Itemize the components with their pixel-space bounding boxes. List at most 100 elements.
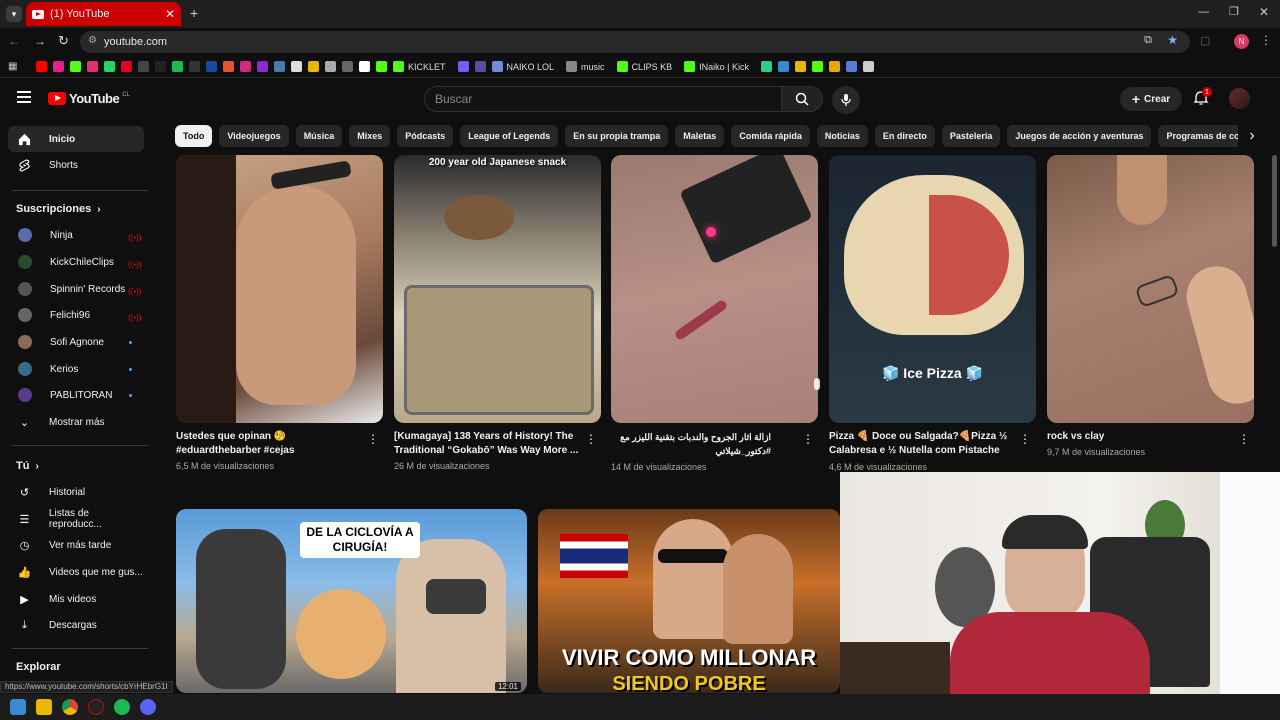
- search-input[interactable]: Buscar: [424, 86, 782, 112]
- window-close-button[interactable]: ✕: [1259, 5, 1269, 19]
- you-heading[interactable]: Tú ›: [16, 460, 39, 472]
- address-bar[interactable]: ⚙ youtube.com ⧉ ★: [80, 31, 1190, 53]
- short-thumbnail[interactable]: 🧊 Ice Pizza 🧊: [829, 155, 1036, 423]
- sidebar-item-history[interactable]: ↺ Historial: [8, 479, 144, 505]
- bookmark-kicklet[interactable]: KICKLET: [393, 61, 446, 72]
- create-button[interactable]: + Crear: [1120, 87, 1182, 111]
- chip[interactable]: Mixes: [349, 125, 391, 147]
- hamburger-menu-icon[interactable]: [17, 91, 31, 103]
- chip[interactable]: En su propia trampa: [565, 125, 669, 147]
- video-thumbnail[interactable]: DE LA CICLOVÍA A CIRUGÍA! 12:01: [176, 509, 527, 693]
- bookmark-icon[interactable]: [359, 61, 370, 72]
- sidebar-item-downloads[interactable]: ⤓ Descargas: [8, 612, 144, 638]
- tiktok-bookmark-icon[interactable]: [155, 61, 166, 72]
- sidebar-item-liked-videos[interactable]: 👍 Videos que me gus...: [8, 559, 144, 585]
- chip[interactable]: Programas de coci: [1158, 125, 1250, 147]
- bookmark-icon[interactable]: [308, 61, 319, 72]
- sidebar-subscription[interactable]: KickChileClips ((•)): [8, 249, 144, 275]
- bookmark-icon[interactable]: [325, 61, 336, 72]
- bookmark-icon[interactable]: [206, 61, 217, 72]
- bookmark-icon[interactable]: [474, 61, 486, 72]
- bookmark-icon[interactable]: [53, 61, 64, 72]
- chip[interactable]: Maletas: [675, 125, 725, 147]
- apps-grid-icon[interactable]: ▦: [8, 61, 17, 72]
- bookmark-icon[interactable]: [223, 61, 234, 72]
- short-options-icon[interactable]: ⋮: [585, 432, 597, 446]
- back-icon[interactable]: ←: [8, 34, 20, 48]
- tab-search-button[interactable]: ▾: [6, 6, 22, 22]
- forward-icon[interactable]: →: [34, 34, 46, 48]
- short-title[interactable]: Pizza 🍕 Doce ou Salgada?🍕Pizza ½ Calabre…: [829, 430, 1019, 458]
- bookmark-icon[interactable]: [862, 61, 874, 72]
- sidebar-subscription[interactable]: Felichi96 ((•)): [8, 302, 144, 328]
- short-thumbnail[interactable]: 200 year old Japanese snack: [394, 155, 601, 423]
- bookmark-icon[interactable]: [794, 61, 806, 72]
- bookmark-icon[interactable]: [257, 61, 268, 72]
- site-info-icon[interactable]: ⚙: [88, 35, 97, 46]
- voice-search-button[interactable]: [832, 86, 860, 114]
- bookmark-clips-kb[interactable]: CLIPS KB: [616, 61, 672, 72]
- bookmark-naiko-lol[interactable]: NAIKO LOL: [491, 61, 554, 72]
- obs-icon[interactable]: [88, 699, 104, 715]
- short-options-icon[interactable]: ⋮: [367, 432, 379, 446]
- video-thumbnail[interactable]: VIVIR COMO MILLONAR SIENDO POBRE: [538, 509, 840, 693]
- sidebar-subscription[interactable]: Spinnin' Records ((•)): [8, 276, 144, 302]
- tab-close-icon[interactable]: ✕: [165, 7, 175, 21]
- notifications-button[interactable]: 1: [1193, 87, 1212, 111]
- chip[interactable]: Noticias: [816, 125, 868, 147]
- sidebar-item-home[interactable]: Inicio: [8, 126, 144, 152]
- sidebar-subscription[interactable]: Sofi Agnone: [8, 329, 144, 355]
- bookmark-icon[interactable]: [342, 61, 353, 72]
- new-tab-button[interactable]: +: [190, 5, 198, 21]
- bookmark-icon[interactable]: [376, 61, 387, 72]
- short-title[interactable]: rock vs clay: [1047, 430, 1237, 444]
- chip[interactable]: Pastelería: [941, 125, 1001, 147]
- youtube-logo[interactable]: YouTube CL: [48, 91, 130, 106]
- bookmark-icon[interactable]: [240, 61, 251, 72]
- bookmark-icon[interactable]: [828, 61, 840, 72]
- sidebar-item-playlists[interactable]: ☰ Listas de reproducc...: [8, 506, 144, 532]
- extensions-icon[interactable]: ▢: [1200, 34, 1210, 47]
- spotify-bookmark-icon[interactable]: [172, 61, 183, 72]
- short-title[interactable]: [Kumagaya] 138 Years of History! The Tra…: [394, 430, 584, 458]
- bookmark-star-icon[interactable]: ★: [1167, 33, 1178, 47]
- short-thumbnail[interactable]: [611, 155, 818, 423]
- chip[interactable]: Pódcasts: [397, 125, 454, 147]
- sidebar-item-my-videos[interactable]: ▶ Mis videos: [8, 586, 144, 612]
- chip[interactable]: Todo: [175, 125, 213, 147]
- sidebar-show-more[interactable]: ⌄ Mostrar más: [8, 409, 144, 435]
- bookmark-icon[interactable]: [291, 61, 302, 72]
- chips-next-button[interactable]: ›: [1238, 125, 1266, 147]
- sidebar-subscription[interactable]: Kerios: [8, 356, 144, 382]
- bookmark-icon[interactable]: [189, 61, 200, 72]
- bookmark-icon[interactable]: [457, 61, 469, 72]
- short-title[interactable]: Ustedes que opinan 🧐 #eduardthebarber #c…: [176, 430, 366, 458]
- bookmark-icon[interactable]: [777, 61, 789, 72]
- windows-start-icon[interactable]: [10, 699, 26, 715]
- subscriptions-heading[interactable]: Suscripciones ›: [16, 203, 101, 215]
- bookmark-inaiko-kick[interactable]: INaiko | Kick: [684, 61, 749, 72]
- scrollbar-thumb[interactable]: [1272, 155, 1277, 247]
- short-thumbnail[interactable]: [1047, 155, 1254, 423]
- chip[interactable]: Videojuegos: [219, 125, 289, 147]
- chrome-icon[interactable]: [62, 699, 78, 715]
- chip[interactable]: Juegos de acción y aventuras: [1007, 125, 1152, 147]
- chip[interactable]: Música: [295, 125, 343, 147]
- search-button[interactable]: [781, 86, 823, 112]
- file-explorer-icon[interactable]: [36, 699, 52, 715]
- youtube-bookmark-icon[interactable]: [36, 61, 47, 72]
- bookmark-music[interactable]: music: [566, 61, 605, 72]
- spotify-icon[interactable]: [114, 699, 130, 715]
- chip[interactable]: Comida rápida: [731, 125, 810, 147]
- minimize-button[interactable]: —: [1198, 6, 1209, 18]
- short-options-icon[interactable]: ⋮: [1019, 432, 1031, 446]
- short-options-icon[interactable]: ⋮: [802, 432, 814, 446]
- reload-icon[interactable]: ↻: [58, 33, 69, 49]
- bookmark-icon[interactable]: [274, 61, 285, 72]
- kick-bookmark-icon[interactable]: [70, 61, 81, 72]
- tab-youtube[interactable]: (1) YouTube ✕: [26, 2, 181, 26]
- sidebar-subscription[interactable]: PABLITORAN: [8, 382, 144, 408]
- account-avatar[interactable]: [1229, 88, 1250, 109]
- short-title[interactable]: ازالة اثار الجروح والندبات بتقنية الليزر…: [611, 430, 771, 458]
- instagram-bookmark-icon[interactable]: [87, 61, 98, 72]
